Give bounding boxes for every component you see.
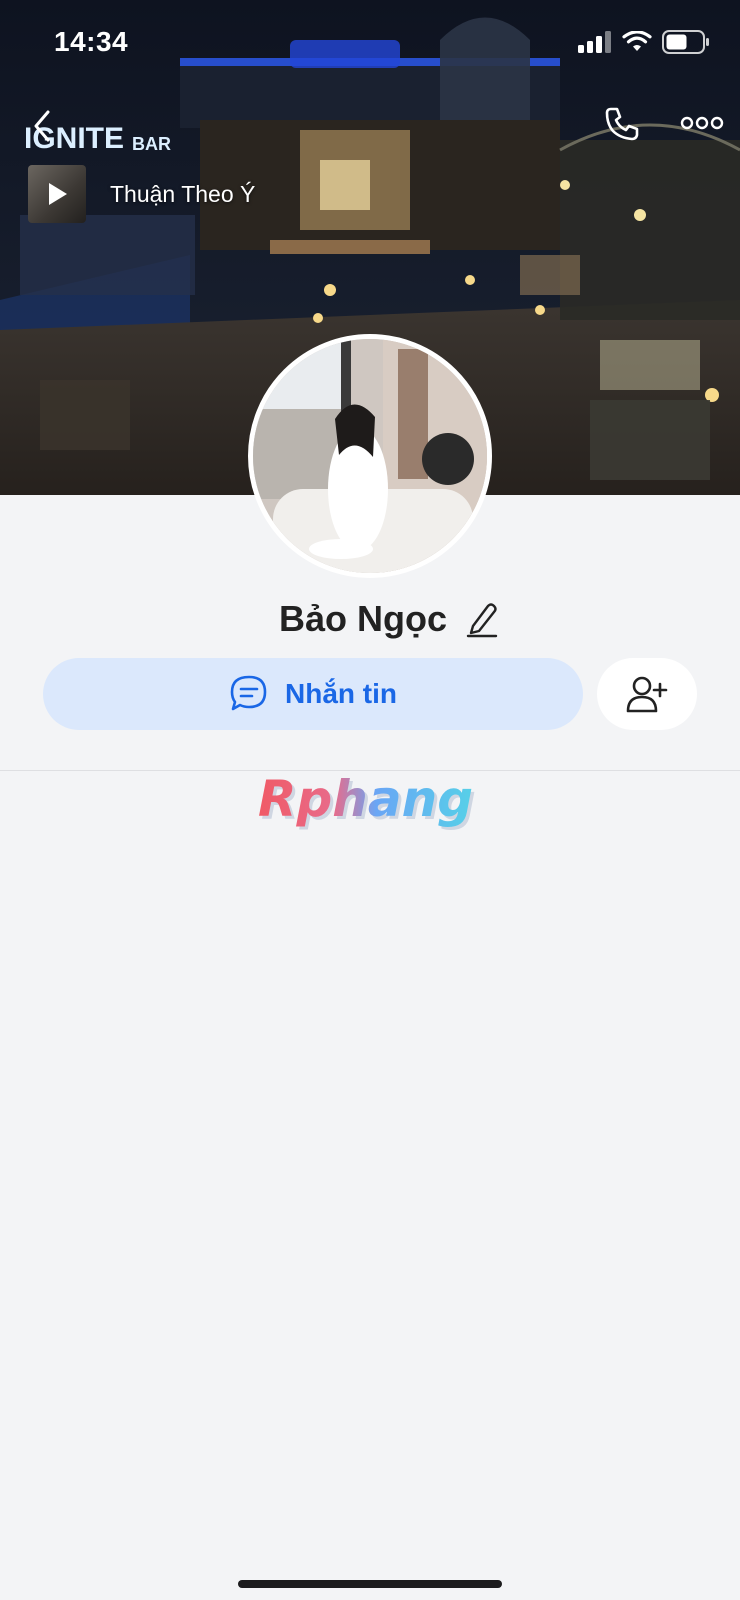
avatar[interactable]	[248, 334, 492, 578]
watermark-text: Rphang	[258, 770, 473, 828]
message-button[interactable]: Nhắn tin	[43, 658, 583, 730]
play-icon	[49, 183, 67, 205]
status-time: 14:34	[54, 26, 129, 57]
profile-name-row: Bảo Ngọc	[0, 598, 740, 640]
music-thumbnail[interactable]	[28, 165, 86, 223]
wifi-icon	[622, 31, 652, 51]
add-user-icon	[626, 676, 668, 713]
status-icons	[578, 30, 710, 54]
phone-icon[interactable]	[602, 104, 642, 144]
pencil-icon[interactable]	[465, 600, 499, 638]
chat-bubble-icon	[230, 675, 267, 711]
cover-sign-suffix: BAR	[132, 134, 171, 154]
home-indicator[interactable]	[238, 1580, 502, 1588]
profile-name: Bảo Ngọc	[278, 598, 447, 639]
battery-icon	[662, 30, 709, 54]
signal-icon	[578, 31, 611, 53]
watermark-logo: Rphang Rphang	[258, 770, 476, 831]
chevron-left-icon[interactable]	[26, 106, 62, 146]
avatar-photo	[253, 339, 487, 573]
add-friend-button[interactable]	[597, 658, 697, 730]
message-button-label: Nhắn tin	[285, 678, 397, 709]
more-dots-icon[interactable]	[680, 112, 724, 134]
music-chip[interactable]: Thuận Theo Ý	[28, 165, 255, 223]
music-title: Thuận Theo Ý	[110, 180, 256, 207]
